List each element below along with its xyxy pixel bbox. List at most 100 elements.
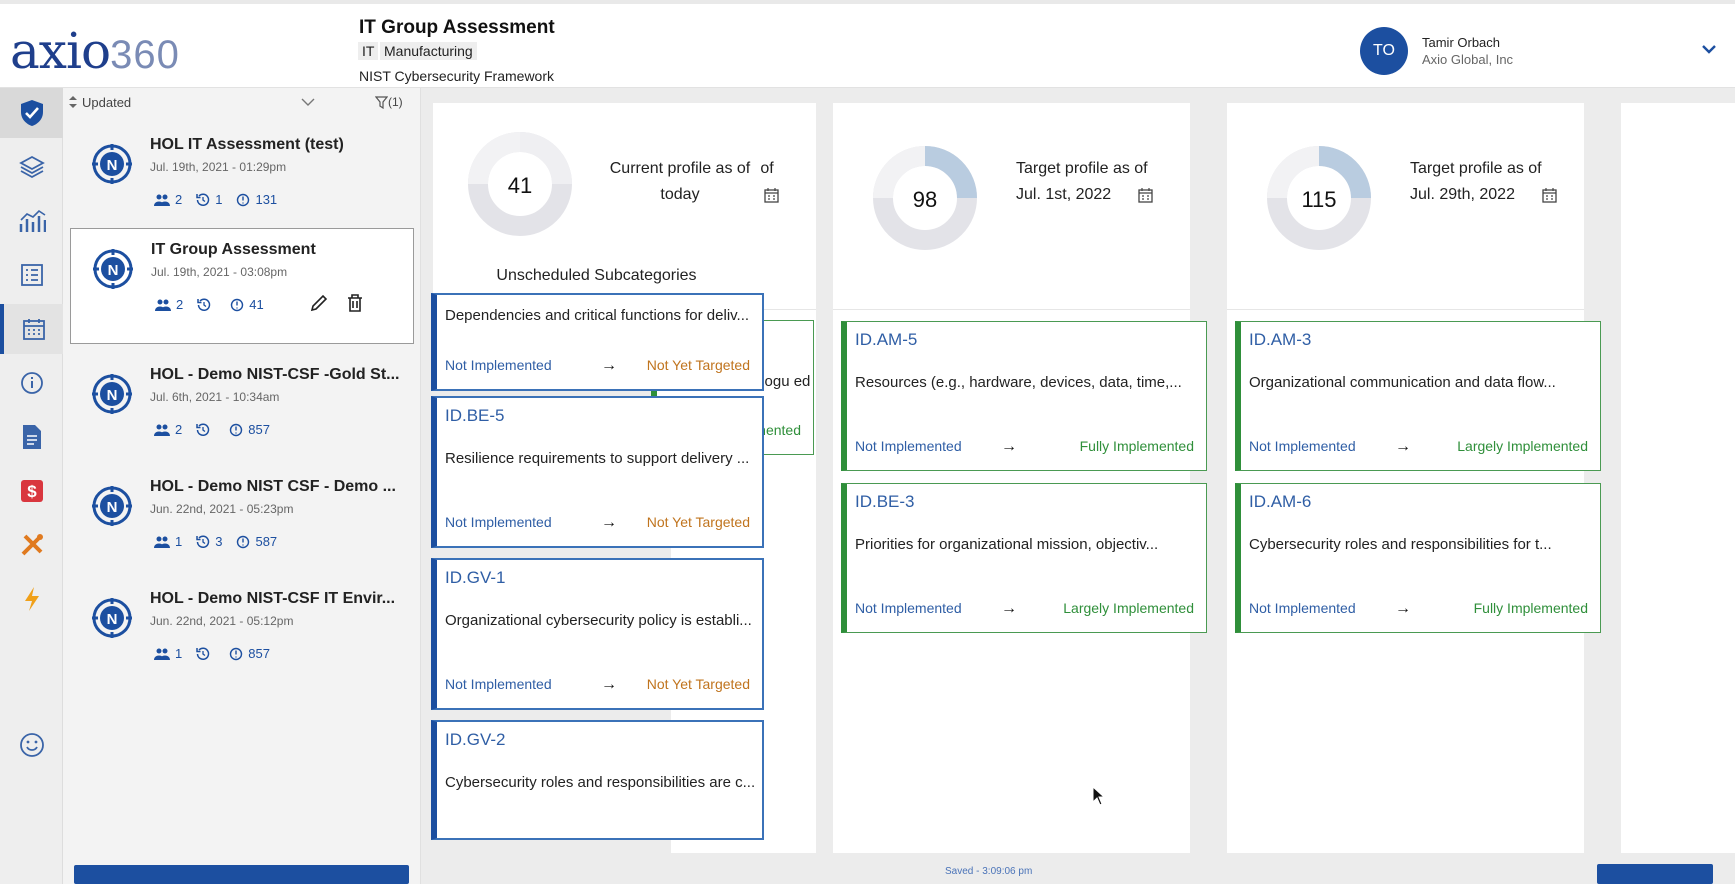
delete-icon[interactable] — [347, 294, 363, 312]
subcategory-card[interactable]: ID.BE-3 Priorities for organizational mis… — [841, 483, 1207, 633]
assessment-date: Jul. 6th, 2021 - 10:34am — [150, 390, 280, 404]
nist-logo-icon: N — [92, 144, 132, 184]
filter-icon[interactable] — [375, 96, 388, 109]
subcategory-card[interactable]: ID.GV-1 Organizational cybersecurity poli… — [431, 558, 764, 710]
assessment-card[interactable]: N HOL - Demo NIST-CSF -Gold St... Jul. 6th… — [70, 354, 414, 470]
tag-it: IT — [358, 42, 379, 60]
arrow-right-icon: → — [1001, 438, 1017, 455]
info-icon — [20, 372, 43, 394]
svg-text:N: N — [107, 611, 118, 628]
profile-count: 41 — [507, 173, 533, 198]
subcategory-description: Resilience requirements to support deliv… — [445, 450, 750, 467]
subcategory-card[interactable]: ID.GV-2 Cybersecurity roles and responsib… — [431, 720, 764, 840]
rail-item-charts[interactable] — [0, 196, 63, 246]
subcategory-card[interactable]: ID.BE-5 Resilience requirements to suppor… — [431, 396, 764, 548]
target-status: Not Yet Targeted — [646, 676, 750, 692]
rail-item-layers[interactable] — [0, 142, 63, 192]
filter-count[interactable]: (1) — [388, 95, 403, 109]
target-status: Fully Implemented — [1079, 438, 1194, 454]
tools-icon — [21, 534, 43, 556]
target-status: Largely Implemented — [1063, 600, 1194, 616]
profile-count: 115 — [1301, 187, 1337, 212]
subcategory-count: 857 — [229, 422, 270, 437]
svg-text:N: N — [107, 499, 118, 516]
calendar-icon[interactable] — [1542, 187, 1557, 203]
current-status: Not Implemented — [855, 438, 962, 454]
axio360-logo[interactable]: axio360 — [10, 22, 180, 80]
assessment-card[interactable]: N IT Group Assessment Jul. 19th, 2021 - 03… — [70, 228, 414, 344]
subcategory-card[interactable]: ID.AM-3 Organizational communication and … — [1235, 321, 1601, 471]
assessment-card[interactable]: N HOL - Demo NIST CSF - Demo ... Jun. 22nd… — [70, 466, 414, 582]
assessment-stats: 2 857 — [154, 422, 284, 437]
profile-label: Target profile as of — [1016, 160, 1148, 177]
arrow-right-icon: → — [1001, 600, 1017, 617]
shield-check-icon — [20, 100, 43, 126]
column-target-2: 115 Target profile as of Jul. 29th, 2022… — [1227, 103, 1601, 853]
target-status: Fully Implemented — [1473, 600, 1588, 616]
assessment-title: HOL - Demo NIST-CSF -Gold St... — [150, 366, 400, 383]
sort-label[interactable]: Updated — [82, 95, 131, 110]
subcategory-id: ID.BE-3 — [855, 492, 915, 511]
app-header: axio360 IT Group Assessment IT Manufactu… — [0, 0, 1735, 88]
assessment-title: HOL IT Assessment (test) — [150, 136, 344, 153]
arrow-right-icon: → — [601, 357, 617, 374]
current-status: Not Implemented — [445, 514, 552, 530]
assessment-title: IT Group Assessment — [151, 241, 316, 258]
assessment-date: Jul. 19th, 2021 - 03:08pm — [151, 265, 288, 279]
arrow-right-icon: → — [1395, 438, 1411, 455]
target-status: Not Yet Targeted — [646, 514, 750, 530]
chevron-down-icon[interactable] — [301, 98, 315, 107]
rail-item-roadmap[interactable] — [0, 304, 63, 354]
column-header: 115 Target profile as of Jul. 29th, 2022 — [1227, 103, 1584, 310]
arrow-right-icon: → — [601, 514, 617, 531]
subcategory-card[interactable]: Dependencies and critical functions for … — [431, 293, 764, 391]
column-header: 98 Target profile as of Jul. 1st, 2022 — [833, 103, 1190, 310]
svg-text:N: N — [108, 262, 119, 279]
rail-item-quick[interactable] — [0, 574, 63, 624]
nist-logo-icon: N — [92, 598, 132, 638]
roadmap-board: as of 2 a ogu ed plemented 41 Current pr… — [421, 88, 1735, 884]
rail-item-list[interactable] — [0, 250, 63, 300]
rail-item-tools[interactable] — [0, 520, 63, 570]
assessment-card[interactable]: N HOL IT Assessment (test) Jul. 19th, 2021… — [70, 124, 414, 240]
saved-status: Saved - 3:09:06 pm — [945, 866, 1033, 877]
target-status: Largely Implemented — [1457, 438, 1588, 454]
arrow-right-icon: → — [1395, 600, 1411, 617]
user-name: Tamir Orbach — [1422, 35, 1501, 50]
subcategory-description: Dependencies and critical functions for … — [445, 307, 750, 324]
chevron-down-icon[interactable] — [1700, 40, 1718, 58]
column-header: 41 Current profile as of today Unschedul… — [433, 103, 760, 310]
calendar-icon[interactable] — [1138, 187, 1153, 203]
profile-label: Current profile as of today — [609, 160, 751, 203]
subcategory-card[interactable]: ID.AM-6 Cybersecurity roles and responsib… — [1235, 483, 1601, 633]
current-status: Not Implemented — [445, 357, 552, 373]
subcategory-card[interactable]: ID.AM-5 Resources (e.g., hardware, device… — [841, 321, 1207, 471]
rail-item-documents[interactable] — [0, 412, 63, 462]
subcategory-count: 41 — [230, 297, 264, 312]
assessment-stats: 2 1 131 — [154, 192, 291, 207]
assessment-card[interactable]: N HOL - Demo NIST-CSF IT Envir... Jun. 22n… — [70, 578, 414, 694]
tag-manufacturing: Manufacturing — [380, 42, 477, 60]
assessment-stats: 1 857 — [154, 646, 284, 661]
assessment-stats: 1 3 587 — [154, 534, 291, 549]
rail-item-info[interactable] — [0, 358, 63, 408]
users-count: 2 — [154, 422, 182, 437]
new-assessment-button[interactable] — [74, 865, 409, 884]
column-unscheduled: 41 Current profile as of today Unschedul… — [431, 103, 764, 853]
edit-icon[interactable] — [310, 294, 328, 312]
document-icon — [22, 425, 41, 449]
rail-item-feedback[interactable] — [0, 720, 63, 770]
svg-text:N: N — [107, 387, 118, 404]
users-count: 2 — [155, 297, 183, 312]
avatar[interactable]: TO — [1360, 27, 1408, 75]
rail-item-financial[interactable]: $ — [0, 466, 63, 516]
nist-logo-icon: N — [92, 374, 132, 414]
unscheduled-heading: Unscheduled Subcategories — [496, 267, 697, 284]
calendar-icon[interactable] — [764, 187, 779, 203]
assessment-date: Jun. 22nd, 2021 - 05:12pm — [150, 614, 294, 628]
assessment-date: Jun. 22nd, 2021 - 05:23pm — [150, 502, 294, 516]
add-button[interactable] — [1597, 864, 1713, 884]
subcategory-id: ID.GV-2 — [445, 730, 506, 749]
rail-item-assessments[interactable] — [0, 88, 63, 138]
nist-logo-icon: N — [93, 249, 133, 289]
